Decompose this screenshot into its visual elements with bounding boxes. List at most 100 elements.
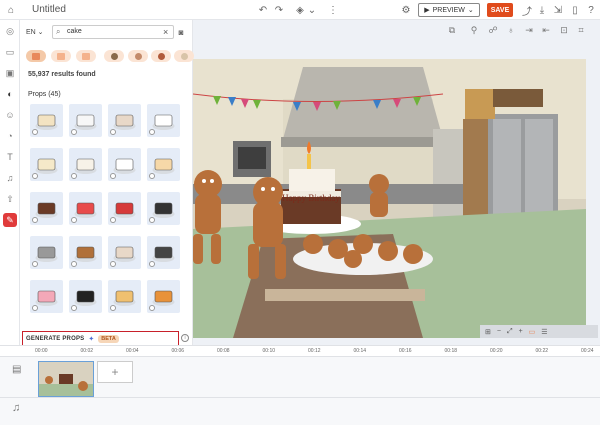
share-icon[interactable]: ⤴	[520, 3, 534, 18]
redo-icon[interactable]: ↷	[272, 3, 286, 17]
exit-icon[interactable]: ⇤	[540, 24, 552, 36]
settings-icon[interactable]: ⚙	[399, 3, 413, 17]
preview-button[interactable]: ▶ PREVIEW ⌄	[418, 3, 480, 17]
help-icon[interactable]: ?	[584, 3, 598, 17]
search-input[interactable]: ⌕ cake ×	[52, 25, 174, 39]
home-icon[interactable]: ⌂	[4, 3, 18, 17]
document-icon[interactable]: ▯	[568, 3, 582, 17]
zoom-out-icon[interactable]: −	[497, 328, 501, 335]
generate-props-button[interactable]: GENERATE PROPS ✦ BETA	[22, 331, 179, 346]
filter-character-2[interactable]	[128, 50, 148, 62]
zoom-icon[interactable]	[32, 173, 38, 179]
zoom-icon[interactable]	[71, 217, 77, 223]
prop-tile-strawberry-slice[interactable]	[69, 192, 102, 225]
fit-icon[interactable]: ⤢	[507, 328, 513, 336]
info-icon[interactable]: i	[181, 334, 189, 342]
undo-icon[interactable]: ↶	[256, 3, 270, 17]
more-icon[interactable]: ⋮	[326, 3, 340, 17]
replace-icon[interactable]: ⧉	[446, 24, 458, 36]
enter-icon[interactable]: ⇥	[523, 24, 535, 36]
text-icon[interactable]: T	[3, 150, 17, 164]
crop-icon[interactable]: ⌗	[575, 24, 587, 36]
zoom-icon[interactable]	[110, 129, 116, 135]
layout-icon[interactable]: ▭	[529, 328, 536, 336]
transition-icon[interactable]: ⊡	[558, 24, 570, 36]
microphone-icon[interactable]: ♁	[505, 24, 517, 36]
zoom-icon[interactable]	[71, 173, 77, 179]
motion-icon[interactable]: ⚲	[468, 24, 480, 36]
prop-tile-cheese-wedge[interactable]	[30, 148, 63, 181]
zoom-icon[interactable]	[110, 173, 116, 179]
prop-tile-cupcake-tray[interactable]	[30, 104, 63, 137]
panel-toggle-icon[interactable]: ☰	[541, 328, 547, 336]
timeline-tick: 00:20	[490, 348, 503, 354]
brand-icon[interactable]: ✎	[3, 213, 17, 227]
prop-tile-oven[interactable]	[30, 236, 63, 269]
compass-icon[interactable]: ◎	[3, 24, 17, 38]
effect-icon[interactable]: ☍	[487, 24, 499, 36]
zoom-icon[interactable]	[110, 261, 116, 267]
filter-character-1[interactable]	[104, 50, 124, 62]
zoom-icon[interactable]	[71, 305, 77, 311]
music-icon[interactable]: ♫	[3, 171, 17, 185]
filter-image[interactable]	[51, 50, 71, 62]
project-title[interactable]: Untitled	[32, 4, 66, 15]
export-icon[interactable]: ⇲	[551, 3, 565, 17]
zoom-icon[interactable]	[110, 305, 116, 311]
grid-icon[interactable]: ⊞	[485, 328, 491, 336]
camera-icon[interactable]: ◙	[175, 25, 187, 39]
generate-props-label: GENERATE PROPS	[26, 335, 85, 342]
prop-tile-birthday-cake-candle[interactable]	[108, 148, 141, 181]
zoom-icon[interactable]	[149, 305, 155, 311]
language-select[interactable]: EN ⌄	[26, 28, 44, 36]
prop-tile-cake-stand[interactable]	[108, 236, 141, 269]
filter-character-3[interactable]	[151, 50, 171, 62]
zoom-icon[interactable]	[32, 217, 38, 223]
prop-tile-round-cake[interactable]	[69, 148, 102, 181]
prop-tile-knife[interactable]	[147, 236, 180, 269]
zoom-icon[interactable]	[32, 305, 38, 311]
chart-icon[interactable]: ◔	[3, 129, 17, 143]
zoom-icon[interactable]	[110, 217, 116, 223]
zoom-icon[interactable]	[149, 217, 155, 223]
prop-tile-pancakes[interactable]	[108, 280, 141, 313]
zoom-in-icon[interactable]: +	[519, 328, 523, 335]
zoom-icon[interactable]	[149, 129, 155, 135]
prop-tile-strawberry-cupcake[interactable]	[30, 280, 63, 313]
zoom-icon[interactable]	[149, 261, 155, 267]
props-icon[interactable]: ◐	[3, 87, 17, 101]
add-scene-button[interactable]: +	[97, 361, 133, 383]
music-track-icon[interactable]: ♫	[12, 402, 20, 414]
filter-video[interactable]	[76, 50, 96, 62]
prop-tile-tiered-cake[interactable]	[108, 104, 141, 137]
save-button[interactable]: SAVE	[487, 3, 513, 17]
zoom-icon[interactable]	[71, 129, 77, 135]
bakery-scene: Happy Birthday	[193, 59, 586, 338]
timeline-ruler[interactable]: 00:00 00:02 00:04 00:06 00:08 00:10 00:12 00:14…	[0, 345, 600, 357]
scene-canvas[interactable]: Happy Birthday	[193, 59, 586, 338]
filter-character-4[interactable]	[174, 50, 194, 62]
scene-thumbnail[interactable]	[38, 361, 94, 397]
prop-tile-bread-loaf[interactable]	[69, 236, 102, 269]
zoom-icon[interactable]	[32, 261, 38, 267]
character-icon[interactable]: ☺	[3, 108, 17, 122]
folder-icon[interactable]: ▭	[3, 45, 17, 59]
zoom-icon[interactable]	[32, 129, 38, 135]
upload-icon[interactable]: ⇧	[3, 192, 17, 206]
clear-icon[interactable]: ×	[163, 27, 168, 37]
zoom-icon[interactable]	[71, 261, 77, 267]
prop-tile-dark-cake-slice[interactable]	[147, 192, 180, 225]
filter-all[interactable]	[26, 50, 46, 62]
prop-tile-pie-cherries[interactable]	[108, 192, 141, 225]
prop-tile-frying-pan[interactable]	[69, 280, 102, 313]
chevron-down-icon[interactable]: ⌄	[305, 3, 319, 17]
prop-tile-piping-bag[interactable]	[69, 104, 102, 137]
prop-tile-cake-slices[interactable]	[147, 148, 180, 181]
canvas-toolbar: ⧉ ⚲ ☍ ♁ ⇥ ⇤ ⊡ ⌗	[193, 20, 600, 40]
download-icon[interactable]: ⤓	[535, 3, 549, 17]
prop-tile-cake-sketch[interactable]	[147, 104, 180, 137]
prop-tile-chocolate-cake[interactable]	[30, 192, 63, 225]
prop-tile-orange-pie[interactable]	[147, 280, 180, 313]
zoom-icon[interactable]	[149, 173, 155, 179]
template-icon[interactable]: ▣	[3, 66, 17, 80]
